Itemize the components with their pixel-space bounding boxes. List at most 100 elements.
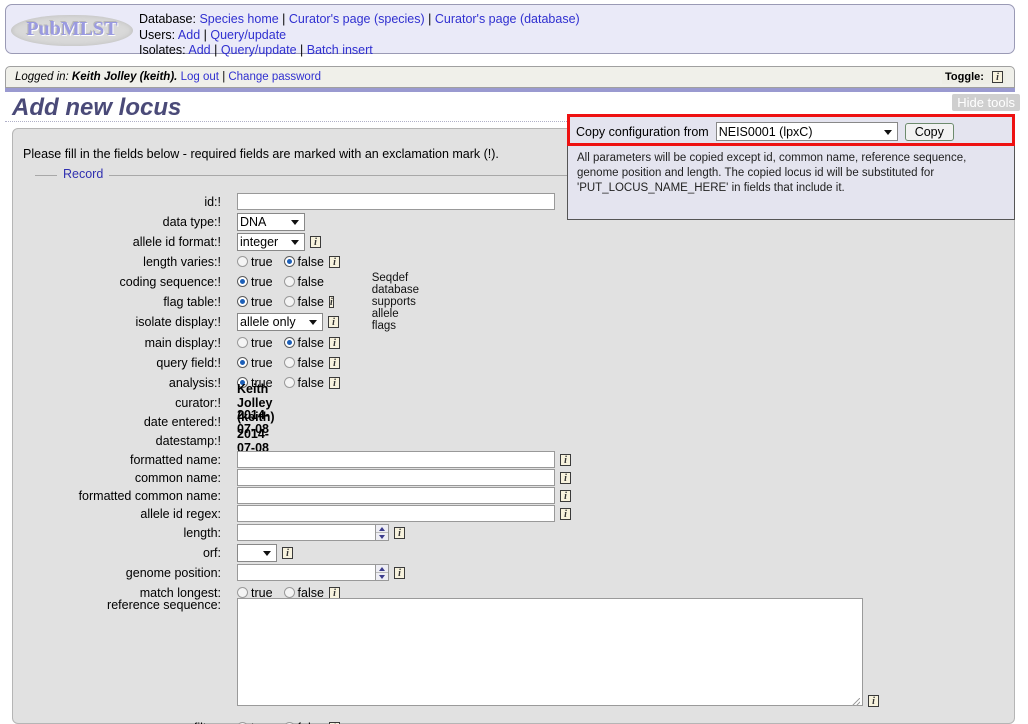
info-icon[interactable]: i	[560, 489, 571, 502]
logged-in-bar: Logged in: Keith Jolley (keith). Log out…	[5, 66, 1015, 88]
length-varies-radio-true[interactable]	[237, 256, 248, 267]
isolate-display-select[interactable]: allele only	[237, 312, 323, 331]
orf-select[interactable]	[237, 543, 277, 562]
info-icon[interactable]: i	[310, 235, 321, 248]
flag-table-radio-true[interactable]	[237, 296, 248, 307]
record-fieldset: Record id:! data type:! DNA allele id fo…	[35, 167, 980, 724]
info-icon[interactable]: i	[328, 376, 340, 389]
genome-position-spinner-buttons[interactable]	[375, 564, 389, 581]
flag-table-radio-group: true false	[237, 295, 324, 309]
info-icon[interactable]: i	[328, 356, 340, 369]
allele-id-format-select-wrapper[interactable]: integer	[237, 232, 305, 251]
link-curators-page-database[interactable]: Curator's page (database)	[435, 12, 580, 26]
match-longest-radio-false[interactable]	[283, 587, 295, 598]
info-icon[interactable]: i	[394, 566, 405, 579]
link-users-query-update[interactable]: Query/update	[210, 28, 286, 42]
length-stepper[interactable]	[237, 524, 389, 541]
reference-sequence-textarea[interactable]	[237, 598, 863, 706]
triangle-up-icon	[379, 526, 385, 531]
info-icon[interactable]: i	[282, 546, 293, 559]
query-field-radio-true[interactable]	[237, 357, 248, 368]
spinner-up-button[interactable]	[376, 525, 388, 532]
spinner-down-button[interactable]	[376, 532, 388, 540]
formatted-name-input[interactable]	[237, 451, 555, 468]
label-analysis: analysis:!	[168, 375, 221, 390]
change-password-link[interactable]: Change password	[228, 71, 321, 83]
length-varies-radio-false[interactable]	[283, 256, 295, 267]
nav-line-database: Database: Species home | Curator's page …	[139, 12, 580, 26]
spinner-up-button[interactable]	[376, 565, 388, 572]
formatted-common-name-input[interactable]	[237, 487, 555, 504]
length-spinner-buttons[interactable]	[375, 524, 389, 541]
label-query-field: query field:!	[156, 355, 221, 370]
link-curators-page-species[interactable]: Curator's page (species)	[289, 12, 425, 26]
label-main-display: main display:!	[144, 335, 221, 350]
label-curator: curator:!	[175, 395, 221, 410]
logo-text: PubMLST	[26, 18, 118, 40]
link-isolates-query-update[interactable]: Query/update	[221, 43, 297, 57]
log-out-link[interactable]: Log out	[181, 71, 219, 83]
hide-tools-button[interactable]: Hide tools	[952, 94, 1020, 111]
length-input[interactable]	[237, 524, 376, 541]
info-icon[interactable]: i	[328, 336, 340, 349]
control-isolate-display: allele only i	[237, 312, 339, 331]
copy-locus-select-wrapper[interactable]: NEIS0001 (lpxC)	[715, 122, 898, 141]
login-separator: |	[222, 71, 226, 83]
main-display-radio-true[interactable]	[237, 337, 248, 348]
radio-label-true: true	[251, 254, 273, 269]
info-icon[interactable]: i	[868, 695, 879, 707]
main-display-radio-false[interactable]	[283, 337, 295, 348]
label-orf: orf:	[202, 545, 221, 560]
spinner-down-button[interactable]	[376, 572, 388, 580]
allele-id-regex-input[interactable]	[237, 505, 555, 522]
info-icon[interactable]: i	[560, 507, 571, 520]
radio-label-false: false	[297, 355, 324, 370]
common-name-input[interactable]	[237, 469, 555, 486]
form-instructions: Please fill in the fields below - requir…	[23, 147, 499, 161]
info-icon[interactable]: i	[992, 71, 1003, 84]
label-pcr-filter: pcr filter:	[35, 721, 221, 724]
orf-select-wrapper[interactable]	[237, 543, 277, 562]
control-length-varies: true false i	[237, 255, 340, 269]
link-users-add[interactable]: Add	[178, 28, 200, 42]
flag-table-note: Seqdef database supports allele flags	[371, 271, 420, 332]
control-genome-position: i	[237, 564, 405, 581]
logged-in-text: Logged in: Keith Jolley (keith). Log out…	[15, 71, 321, 83]
genome-position-stepper[interactable]	[237, 564, 389, 581]
info-icon[interactable]: i	[560, 471, 571, 484]
query-field-radio-false[interactable]	[283, 357, 295, 368]
match-longest-radio-true[interactable]	[237, 587, 248, 598]
resize-handle-icon[interactable]	[852, 698, 860, 706]
site-header: PubMLST Database: Species home | Curator…	[5, 4, 1015, 57]
toggle-control[interactable]: Toggle: i	[942, 70, 1006, 85]
id-input[interactable]	[237, 193, 555, 210]
main-display-radio-group: true false	[237, 336, 324, 350]
analysis-radio-false[interactable]	[283, 377, 295, 388]
genome-position-input[interactable]	[237, 564, 376, 581]
radio-label-false: false	[297, 254, 324, 269]
radio-label-false: false	[297, 294, 324, 309]
info-icon[interactable]: i	[328, 586, 340, 599]
link-isolates-add[interactable]: Add	[188, 43, 210, 57]
control-query-field: true false i	[237, 356, 340, 370]
link-species-home[interactable]: Species home	[199, 12, 278, 26]
copy-configuration-note: All parameters will be copied except id,…	[577, 152, 967, 194]
data-type-select[interactable]: DNA	[237, 212, 305, 231]
data-type-select-wrapper[interactable]: DNA	[237, 212, 305, 231]
allele-id-format-select[interactable]: integer	[237, 232, 305, 251]
info-icon[interactable]: i	[328, 315, 339, 328]
radio-label-false: false	[298, 721, 324, 724]
info-icon[interactable]: i	[328, 255, 340, 268]
info-icon[interactable]: i	[560, 453, 571, 466]
flag-table-radio-false[interactable]	[283, 296, 295, 307]
triangle-up-icon	[379, 566, 385, 571]
label-genome-position: genome position:	[125, 565, 221, 580]
copy-locus-select[interactable]: NEIS0001 (lpxC)	[715, 122, 898, 141]
copy-button[interactable]: Copy	[904, 122, 954, 141]
isolate-display-select-wrapper[interactable]: allele only	[237, 312, 323, 331]
info-icon[interactable]: i	[328, 295, 334, 308]
radio-label-true: true	[251, 355, 273, 370]
link-isolates-batch-insert[interactable]: Batch insert	[307, 43, 373, 57]
info-icon[interactable]: i	[394, 526, 405, 539]
control-data-type: DNA	[237, 212, 305, 231]
